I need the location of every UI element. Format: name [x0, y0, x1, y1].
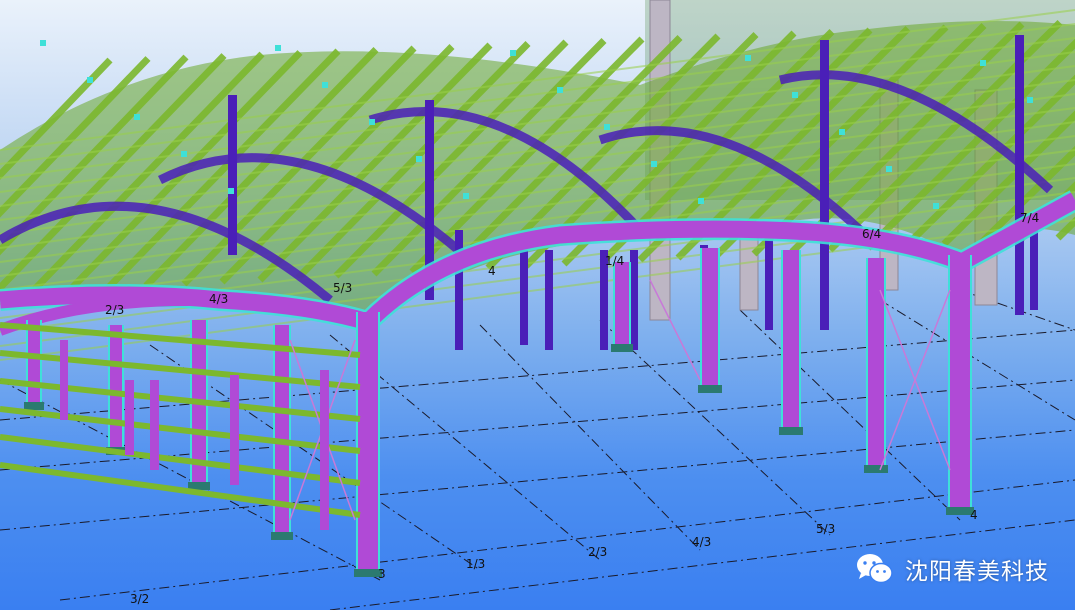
column-back [820, 40, 829, 330]
column-base [611, 344, 633, 352]
grid-label-4_3: 4/3 [692, 535, 711, 549]
connection-plate [604, 124, 610, 130]
column-back [1015, 35, 1024, 315]
grid-label-4_3t: 4/3 [209, 292, 228, 306]
column-base [779, 427, 803, 435]
connection-plate [228, 188, 234, 194]
connection-plate [40, 40, 46, 46]
grid-label-6_4: 6/4 [862, 227, 881, 241]
watermark-text: 沈阳春美科技 [905, 559, 1049, 585]
column-base [698, 385, 722, 393]
column-front [615, 262, 629, 352]
wall-post [125, 380, 134, 455]
column-front [868, 258, 884, 473]
wall-post [60, 340, 68, 420]
grid-line [739, 309, 961, 521]
watermark: 沈阳春美科技 [855, 552, 1049, 586]
column-base [24, 402, 44, 410]
column-back [765, 240, 773, 330]
grid-label-4b: 4 [970, 508, 978, 522]
connection-plate [557, 87, 563, 93]
column-back [455, 230, 463, 350]
column-back [228, 95, 237, 255]
connection-plate [322, 82, 328, 88]
connection-plate [886, 166, 892, 172]
wall-girt [0, 462, 361, 518]
wall-girt [0, 322, 361, 358]
column-base [864, 465, 888, 473]
connection-plate [698, 198, 704, 204]
connection-plate [839, 129, 845, 135]
connection-plate [463, 193, 469, 199]
wechat-icon [855, 552, 895, 586]
column-back [545, 250, 553, 350]
grid-label-7_4: 7/4 [1020, 211, 1039, 225]
grid-label-5_3: 5/3 [816, 522, 835, 536]
connection-plate [651, 161, 657, 167]
column-front [358, 312, 378, 577]
connection-plate [416, 156, 422, 162]
grid-label-4t: 4 [488, 264, 496, 278]
grid-label-1_4: 1/4 [605, 254, 624, 268]
connection-plate [510, 50, 516, 56]
grid-label-3: 3 [378, 567, 386, 581]
concrete-column [739, 229, 759, 311]
column-front [950, 255, 970, 515]
grid-label-2_3t: 2/3 [105, 303, 124, 317]
connection-plate [792, 92, 798, 98]
wall-post [230, 375, 239, 485]
connection-plate [87, 77, 93, 83]
connection-plate [745, 55, 751, 61]
column-back [630, 250, 638, 350]
connection-plate [181, 151, 187, 157]
column-back [520, 250, 528, 345]
3d-model-viewport[interactable]: 3 1/3 2/3 4/3 5/3 4 3/2 2/3 4/3 5/3 4 1/4 6/4 7/4 沈阳春… [0, 0, 1075, 610]
column-front [28, 320, 40, 410]
wall-post [150, 380, 159, 470]
steel-structure-scene[interactable]: 3 1/3 2/3 4/3 5/3 4 3/2 2/3 4/3 5/3 4 1/4 6/4 7/4 [0, 0, 1075, 610]
grid-label-3_2: 3/2 [130, 592, 149, 606]
grid-line [879, 299, 1075, 421]
grid-line [479, 324, 701, 551]
wall-post [320, 370, 329, 530]
connection-plate [933, 203, 939, 209]
grid-label-2_3: 2/3 [588, 545, 607, 559]
column-base [271, 532, 293, 540]
grid-label-5_3t: 5/3 [333, 281, 352, 295]
connection-plate [134, 114, 140, 120]
grid-label-1_3: 1/3 [466, 557, 485, 571]
column-front [783, 250, 799, 435]
connection-plate [980, 60, 986, 66]
column-front [702, 248, 718, 393]
connection-plate [1027, 97, 1033, 103]
cross-bracing [649, 279, 701, 381]
connection-plate [369, 119, 375, 125]
connection-plate [275, 45, 281, 51]
wall-girt [0, 350, 361, 390]
grid-line [0, 429, 1075, 531]
